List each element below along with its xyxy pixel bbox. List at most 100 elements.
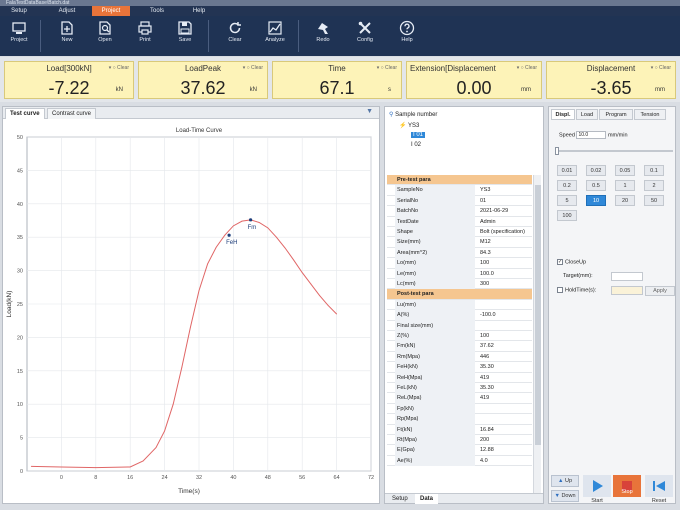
checkbox-checked[interactable]: ✓ xyxy=(557,259,563,265)
param-value[interactable]: 01 xyxy=(477,196,532,206)
readout-clear[interactable]: ▾ ○ Clear xyxy=(517,65,537,71)
param-value[interactable]: 100 xyxy=(477,258,532,268)
tab-test-curve[interactable]: Test curve xyxy=(5,108,45,119)
new-button[interactable]: New xyxy=(50,18,84,54)
project-button[interactable]: Project xyxy=(2,18,36,54)
tab-load[interactable]: Load xyxy=(576,109,598,120)
tab-setup[interactable]: Setup xyxy=(387,494,413,504)
tree-batch[interactable]: ⚡ YS3 xyxy=(399,122,419,129)
tree-sample-02[interactable]: I 02 xyxy=(411,142,421,148)
save-icon xyxy=(178,21,192,35)
tab-data[interactable]: Data xyxy=(415,494,439,504)
speed-button[interactable]: 0.02 xyxy=(586,165,606,176)
param-value[interactable]: YS3 xyxy=(477,185,532,195)
param-value[interactable]: 300 xyxy=(477,279,532,289)
speed-button[interactable]: 2 xyxy=(644,180,664,191)
readout-clear[interactable]: ▾ ○ Clear xyxy=(651,65,671,71)
save-button[interactable]: Save xyxy=(168,18,202,54)
param-value[interactable]: 16.84 xyxy=(477,425,532,435)
speed-button[interactable]: 0.2 xyxy=(557,180,577,191)
grid-row: Rm(Mpa) 446 xyxy=(387,351,532,363)
speed-button[interactable]: 0.5 xyxy=(586,180,606,191)
speed-button[interactable]: 50 xyxy=(644,195,664,206)
apply-button[interactable]: Apply xyxy=(645,286,675,296)
menu-help[interactable]: Help xyxy=(184,6,214,16)
reset-label: Reset xyxy=(651,498,667,504)
param-value[interactable]: 35.30 xyxy=(477,362,532,372)
param-value[interactable]: 4.0 xyxy=(477,456,532,466)
param-value[interactable]: M12 xyxy=(477,237,532,247)
stop-label: Stop xyxy=(621,489,633,495)
print-button[interactable]: Print xyxy=(128,18,162,54)
up-button[interactable]: ▲ Up xyxy=(551,475,579,489)
param-value[interactable]: 84.3 xyxy=(477,248,532,258)
config-button[interactable]: Config xyxy=(348,18,382,54)
speed-button[interactable]: 10 xyxy=(586,195,606,206)
tree-sample-01[interactable]: I 01 xyxy=(411,132,426,138)
param-name: Lc(mm) xyxy=(395,279,475,290)
target-input[interactable] xyxy=(611,272,643,281)
sample-tree-header: ⚲ Sample number xyxy=(389,111,437,118)
down-button[interactable]: ▼ Down xyxy=(551,490,579,504)
param-value[interactable]: Admin xyxy=(477,217,532,227)
speed-slider[interactable] xyxy=(555,147,673,155)
menu-project[interactable]: Project xyxy=(92,6,130,16)
param-value[interactable]: 100 xyxy=(477,331,532,341)
data-point xyxy=(233,225,234,227)
speed-button[interactable]: 0.01 xyxy=(557,165,577,176)
refresh-icon xyxy=(229,22,241,34)
redo-button[interactable]: Redo xyxy=(306,18,340,54)
menu-tools[interactable]: Tools xyxy=(140,6,174,16)
param-value[interactable]: Bolt (specification) xyxy=(477,227,532,237)
param-value[interactable]: 419 xyxy=(477,393,532,403)
param-value[interactable]: 419 xyxy=(477,373,532,383)
menu-adjust[interactable]: Adjust xyxy=(50,6,84,16)
param-name: Z(%) xyxy=(395,331,475,342)
speed-button[interactable]: 5 xyxy=(557,195,577,206)
param-value[interactable]: 446 xyxy=(477,352,532,362)
tab-contrast-curve[interactable]: Contrast curve xyxy=(47,108,97,119)
param-value[interactable]: 100.0 xyxy=(477,269,532,279)
grid-scrollbar[interactable] xyxy=(533,175,541,493)
start-button[interactable]: Start xyxy=(583,475,611,505)
speed-button[interactable]: 0.05 xyxy=(615,165,635,176)
tab-program[interactable]: Program xyxy=(599,109,633,120)
param-value[interactable]: 37.62 xyxy=(477,341,532,351)
speed-button[interactable]: 20 xyxy=(615,195,635,206)
closeup-row[interactable]: ✓ CloseUp xyxy=(557,259,586,265)
checkbox[interactable] xyxy=(557,287,563,293)
data-point xyxy=(129,466,131,468)
help-button[interactable]: Help xyxy=(390,18,424,54)
project-label: Project xyxy=(10,37,28,43)
speed-button[interactable]: 100 xyxy=(557,210,577,221)
grid-row: BatchNo 2021-06-29 xyxy=(387,206,532,217)
readout-clear[interactable]: ▾ ○ Clear xyxy=(377,65,397,71)
slider-knob[interactable] xyxy=(555,147,559,155)
param-name: Fp(kN) xyxy=(395,403,475,415)
open-button[interactable]: Open xyxy=(88,18,122,54)
stop-button[interactable]: Stop xyxy=(613,475,641,505)
holdtime-row[interactable]: HoldTime(s): xyxy=(557,287,596,293)
param-value[interactable]: 200 xyxy=(477,435,532,445)
tab-tension[interactable]: Tension xyxy=(634,109,666,120)
speed-button[interactable]: 1 xyxy=(615,180,635,191)
menu-setup[interactable]: Setup xyxy=(4,6,34,16)
param-value[interactable]: 12.88 xyxy=(477,445,532,455)
clear-button[interactable]: Clear xyxy=(218,18,252,54)
scrollbar-thumb[interactable] xyxy=(535,185,541,445)
readout-clear[interactable]: ▾ ○ Clear xyxy=(109,65,129,71)
analyze-button[interactable]: Analyze xyxy=(258,18,292,54)
chevron-down-icon[interactable]: ▼ xyxy=(366,108,373,115)
param-value[interactable]: 2021-06-29 xyxy=(477,206,532,216)
param-value[interactable]: -100.0 xyxy=(477,310,532,320)
reset-button[interactable]: Reset xyxy=(645,475,673,505)
tab-displ[interactable]: Displ. xyxy=(551,109,575,120)
y-axis-label: Load(kN) xyxy=(6,291,13,318)
readout-clear[interactable]: ▾ ○ Clear xyxy=(243,65,263,71)
speed-input[interactable]: 10.0 xyxy=(576,131,607,139)
annotation-label: Fm xyxy=(248,225,257,231)
holdtime-input[interactable] xyxy=(611,286,643,295)
param-value[interactable]: 35.30 xyxy=(477,383,532,393)
speed-button[interactable]: 0.1 xyxy=(644,165,664,176)
data-point xyxy=(172,403,174,405)
